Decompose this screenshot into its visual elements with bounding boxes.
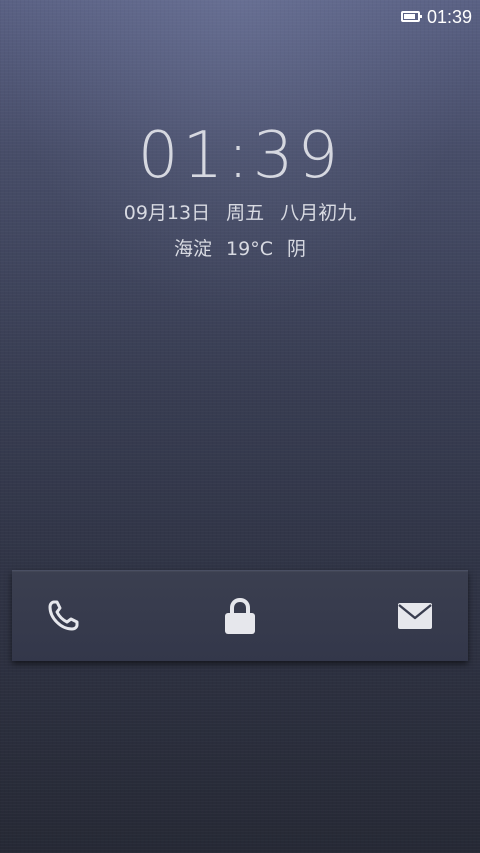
phone-shortcut-button[interactable]: [18, 571, 108, 661]
unlock-handle[interactable]: [195, 571, 285, 661]
status-bar: 01:39: [0, 0, 480, 36]
date-weekday: 周五: [226, 202, 265, 224]
lockscreen-weather: 海淀 19°C 阴: [0, 236, 480, 262]
lockscreen-clock: 01:39: [137, 119, 343, 193]
lockscreen-date: 09月13日 周五 八月初九: [0, 200, 480, 226]
messages-shortcut-button[interactable]: [370, 571, 460, 661]
lock-icon: [225, 597, 255, 634]
date-day: 09月13日: [123, 202, 211, 224]
date-lunar: 八月初九: [280, 202, 357, 224]
status-bar-time: 01:39: [426, 7, 472, 27]
battery-level: [404, 14, 415, 19]
lock-screen: 01:39 01:39 09月13日 周五 八月初九 海淀 19°C 阴: [0, 0, 480, 853]
weather-condition: 阴: [287, 238, 307, 260]
mail-icon: [398, 603, 432, 629]
weather-temperature: 19°C: [226, 238, 273, 260]
weather-location: 海淀: [173, 238, 212, 260]
unlock-bar: [12, 570, 468, 661]
phone-icon: [48, 600, 79, 631]
battery-icon: [401, 11, 422, 22]
